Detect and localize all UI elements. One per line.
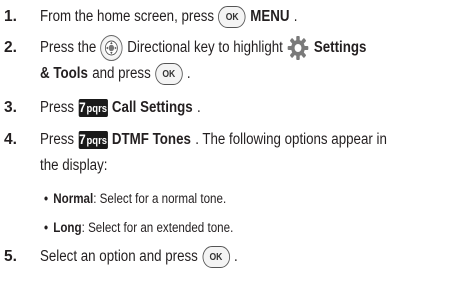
step-number: 1. bbox=[4, 8, 17, 25]
ok-key-icon: OK bbox=[202, 246, 230, 268]
option-name: Long bbox=[53, 219, 82, 235]
step-text: Press the bbox=[40, 39, 97, 56]
dtmf-tones-label: DTMF Tones bbox=[111, 131, 191, 148]
call-settings-label: Call Settings bbox=[111, 99, 193, 116]
step-number: 5. bbox=[4, 248, 17, 265]
step-text: Press bbox=[40, 99, 75, 116]
ok-key-icon: OK bbox=[218, 6, 246, 28]
step-number: 3. bbox=[4, 99, 17, 116]
directional-key-icon bbox=[100, 35, 123, 61]
step-number: 4. bbox=[4, 131, 17, 148]
seven-pqrs-key-icon: 7 pqrs bbox=[78, 99, 108, 117]
bullet: • bbox=[44, 219, 49, 235]
step-text: the display: bbox=[40, 157, 108, 174]
option-name: Normal bbox=[53, 190, 94, 206]
step-text: Directional key to highlight bbox=[127, 39, 283, 56]
step-text: and press bbox=[92, 65, 151, 82]
step-text: Press bbox=[40, 131, 75, 148]
tools-label: & Tools bbox=[40, 65, 88, 82]
step-text: From the home screen, press bbox=[40, 8, 215, 25]
option-description: : Select for a normal tone. bbox=[93, 190, 227, 206]
settings-label: Settings bbox=[313, 39, 367, 56]
menu-label: MENU bbox=[250, 8, 290, 25]
option-description: : Select for an extended tone. bbox=[81, 219, 234, 235]
step-text: Select an option and press bbox=[40, 248, 198, 265]
ok-key-icon: OK bbox=[155, 63, 183, 85]
step-number: 2. bbox=[4, 39, 17, 56]
settings-gear-icon bbox=[287, 35, 309, 61]
bullet: • bbox=[44, 190, 49, 206]
seven-pqrs-key-icon: 7 pqrs bbox=[78, 131, 108, 149]
